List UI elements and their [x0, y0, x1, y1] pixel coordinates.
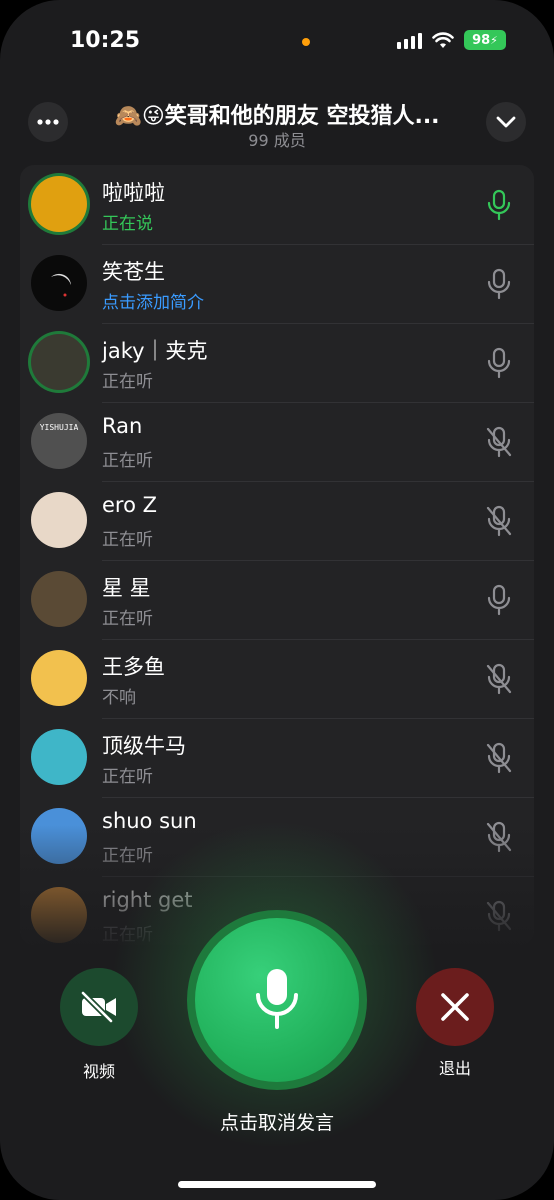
battery-level: 98	[472, 32, 491, 48]
participant-row[interactable]: 王多鱼 不响	[20, 639, 534, 718]
participant-status: 不响	[102, 688, 136, 708]
more-icon	[37, 119, 59, 125]
voice-chat-screen: 10:25 98 ⚡ 🙈😜笑哥和他的朋友 空投猎人... 99 成员 啦啦啦正在说…	[0, 0, 554, 1200]
mic-icon	[484, 347, 514, 379]
participant-row[interactable]: 啦啦啦 正在说	[20, 165, 534, 244]
participant-name: jaky｜夹克	[102, 339, 208, 363]
recording-indicator	[302, 38, 310, 46]
participant-status: 正在听	[102, 609, 153, 629]
participant-status: 正在听	[102, 530, 153, 550]
participant-name: 顶级牛马	[102, 734, 186, 758]
chevron-down-icon	[496, 116, 516, 128]
participant-row[interactable]: 笑苍生 点击添加简介	[20, 244, 534, 323]
close-icon	[441, 993, 469, 1021]
mic-icon	[484, 268, 514, 300]
more-button[interactable]	[28, 102, 68, 142]
avatar-text: YISHUJIA	[39, 423, 79, 432]
video-button[interactable]	[60, 968, 138, 1046]
member-count: 99 成员	[248, 131, 306, 150]
avatar	[31, 176, 87, 232]
participant-name: ero Z	[102, 493, 158, 517]
mic-muted-icon	[484, 742, 514, 774]
leave-label: 退出	[438, 1059, 471, 1078]
participant-name: 星 星	[102, 576, 151, 600]
mic-muted-icon	[484, 663, 514, 695]
signal-icon	[397, 31, 422, 49]
avatar	[31, 729, 87, 785]
home-indicator	[178, 1181, 376, 1188]
participant-status: 正在听	[102, 767, 153, 787]
chat-title: 🙈😜笑哥和他的朋友 空投猎人...	[114, 104, 440, 129]
participant-name: 笑苍生	[102, 260, 165, 284]
moon-art	[51, 273, 71, 297]
participant-status: 正在说	[102, 214, 153, 234]
participant-status[interactable]: 点击添加简介	[102, 288, 204, 313]
participant-row[interactable]: YISHUJIA Ran 正在听	[20, 402, 534, 481]
avatar	[31, 334, 87, 390]
mic-toggle-button[interactable]	[195, 918, 359, 1082]
mic-icon	[484, 584, 514, 616]
mic-muted-icon	[484, 426, 514, 458]
avatar	[31, 571, 87, 627]
participant-name: 王多鱼	[102, 655, 165, 679]
participant-name: Ran	[102, 414, 143, 438]
avatar	[31, 255, 87, 311]
avatar	[31, 492, 87, 548]
mic-icon	[256, 969, 298, 1029]
video-off-icon	[80, 991, 116, 1023]
participant-row[interactable]: 星 星正在听	[20, 560, 534, 639]
battery-indicator: 98 ⚡	[464, 30, 506, 50]
participant-row[interactable]: jaky｜夹克正在听	[20, 323, 534, 402]
participant-row[interactable]: 顶级牛马 正在听	[20, 718, 534, 797]
mic-label: 点击取消发言	[219, 1112, 334, 1134]
mic-muted-icon	[484, 505, 514, 537]
minimize-button[interactable]	[486, 102, 526, 142]
leave-button[interactable]	[416, 968, 494, 1046]
participant-row[interactable]: ero Z 正在听	[20, 481, 534, 560]
status-icons: 98 ⚡	[397, 30, 506, 50]
participant-status: 正在听	[102, 451, 153, 471]
avatar	[31, 650, 87, 706]
status-time: 10:25	[70, 28, 141, 53]
video-label: 视频	[82, 1062, 115, 1081]
participant-name: 啦啦啦	[102, 181, 165, 205]
avatar: YISHUJIA	[31, 413, 87, 469]
participant-status: 正在听	[102, 372, 153, 392]
wifi-icon	[432, 31, 454, 48]
mic-icon	[484, 189, 514, 221]
